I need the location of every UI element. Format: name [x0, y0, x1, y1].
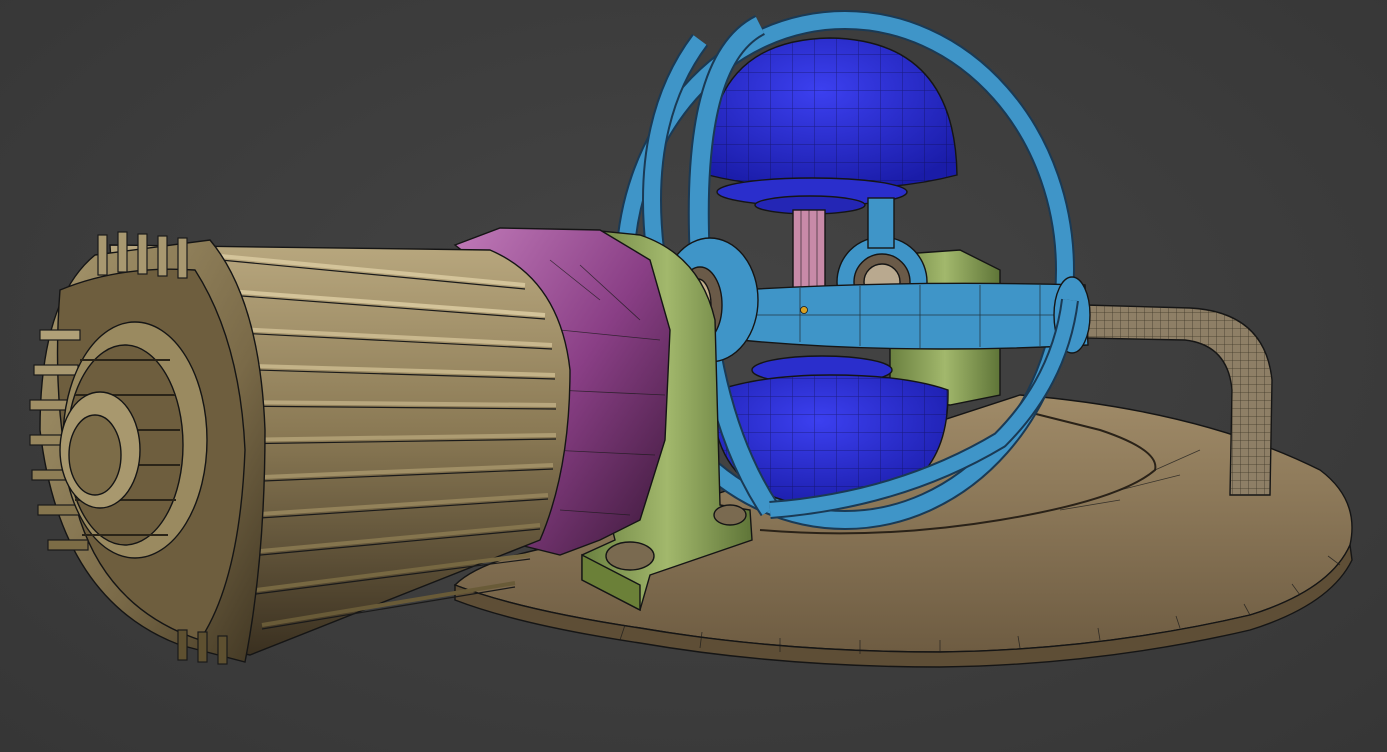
- bolt-head: [605, 541, 655, 571]
- 3d-viewport[interactable]: [0, 0, 1387, 752]
- bolt-head-2: [713, 504, 747, 526]
- upper-hemisphere[interactable]: [707, 37, 958, 215]
- horizontal-axle[interactable]: [739, 276, 1091, 354]
- scene-canvas[interactable]: [0, 0, 1387, 752]
- pivot-marker: [800, 306, 808, 314]
- motor-end-cap[interactable]: [29, 231, 266, 665]
